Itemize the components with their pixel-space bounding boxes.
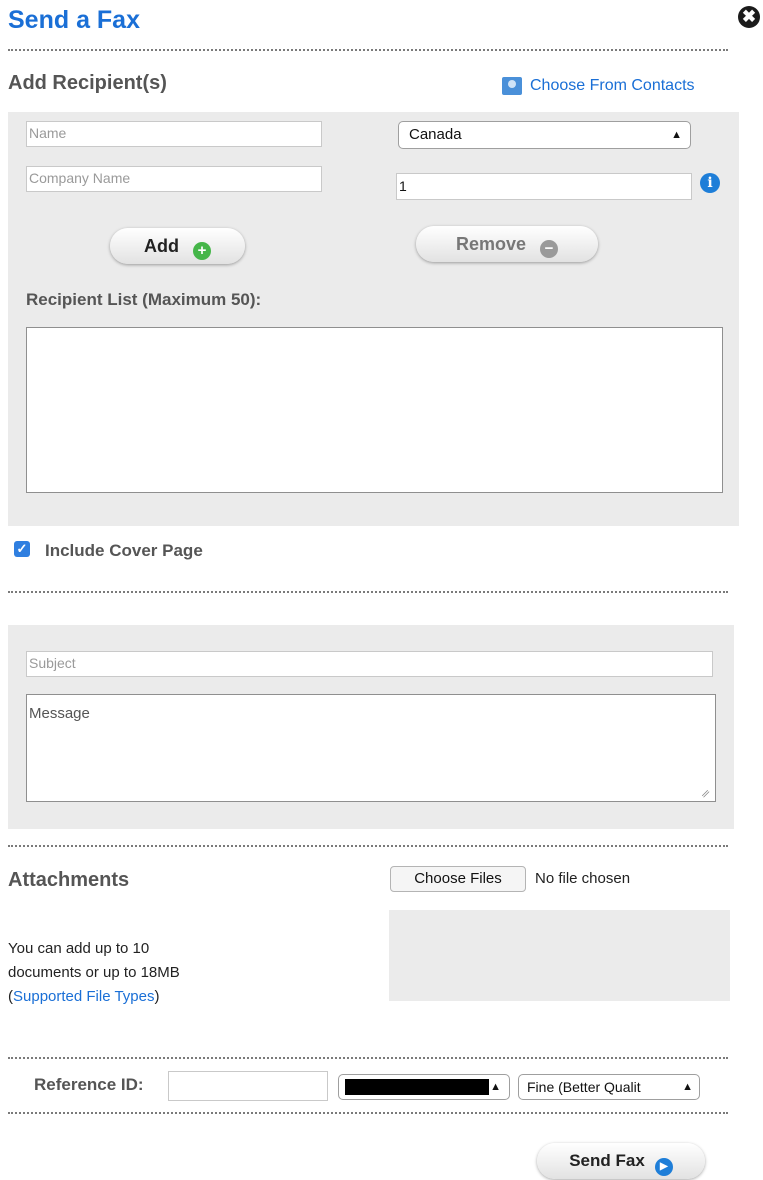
close-icon[interactable]: ✖ — [738, 6, 760, 28]
name-input[interactable]: Name — [26, 121, 322, 147]
divider — [8, 845, 728, 847]
send-fax-button[interactable]: Send Fax ▶ — [537, 1143, 705, 1179]
contacts-icon — [502, 77, 522, 95]
reference-id-input[interactable] — [168, 1071, 328, 1101]
attachments-help-text: You can add up to 10 documents or up to … — [8, 937, 180, 1009]
choose-files-button[interactable]: Choose Files — [390, 866, 526, 892]
divider — [8, 1057, 728, 1059]
add-recipients-heading: Add Recipient(s) — [8, 72, 167, 94]
divider — [8, 1112, 728, 1114]
checkmark-icon[interactable]: ✓ — [14, 541, 30, 557]
attachments-heading: Attachments — [8, 869, 130, 891]
divider — [8, 591, 728, 593]
country-select-value: Canada — [409, 126, 462, 143]
recipient-list-box[interactable] — [26, 327, 723, 493]
remove-button[interactable]: Remove − — [416, 226, 598, 262]
select-arrows-icon: ▲ — [490, 1081, 501, 1093]
no-file-chosen-text: No file chosen — [535, 870, 631, 887]
help-line-2: documents or up to 18MB — [8, 964, 180, 981]
sender-select[interactable]: ▲ — [338, 1074, 510, 1100]
reference-id-label: Reference ID: — [34, 1075, 144, 1094]
plus-icon: + — [193, 242, 211, 260]
include-cover-page-label[interactable]: Include Cover Page — [45, 541, 203, 561]
quality-select-value: Fine (Better Qualit — [527, 1079, 641, 1095]
recipient-list-label: Recipient List (Maximum 50): — [26, 290, 262, 309]
country-select[interactable]: Canada ▲ — [398, 121, 691, 149]
company-name-input[interactable]: Company Name — [26, 166, 322, 192]
remove-button-label: Remove — [455, 234, 527, 254]
help-line-3: (Supported File Types) — [8, 988, 160, 1005]
fax-number-input[interactable]: 1 — [396, 173, 692, 200]
page-title: Send a Fax — [8, 6, 140, 34]
info-icon[interactable]: i — [700, 173, 720, 193]
divider — [8, 49, 728, 51]
arrow-right-icon: ▶ — [654, 1158, 673, 1176]
send-fax-label: Send Fax — [569, 1151, 645, 1170]
supported-file-types-link[interactable]: Supported File Types — [13, 988, 154, 1005]
choose-from-contacts-link[interactable]: Choose From Contacts — [502, 77, 695, 95]
select-arrows-icon: ▲ — [671, 129, 682, 141]
minus-icon: − — [540, 240, 559, 258]
attachment-dropzone[interactable] — [389, 910, 730, 1001]
help-line-1: You can add up to 10 — [8, 940, 150, 957]
add-button-label: Add — [144, 236, 179, 256]
select-arrows-icon: ▲ — [682, 1081, 693, 1093]
message-textarea[interactable]: Message — [26, 694, 716, 802]
quality-select[interactable]: Fine (Better Qualit ▲ — [518, 1074, 700, 1100]
add-button[interactable]: Add + — [110, 228, 245, 264]
choose-from-contacts-label: Choose From Contacts — [530, 77, 695, 94]
redacted-value — [345, 1079, 489, 1095]
subject-input[interactable]: Subject — [26, 651, 713, 677]
